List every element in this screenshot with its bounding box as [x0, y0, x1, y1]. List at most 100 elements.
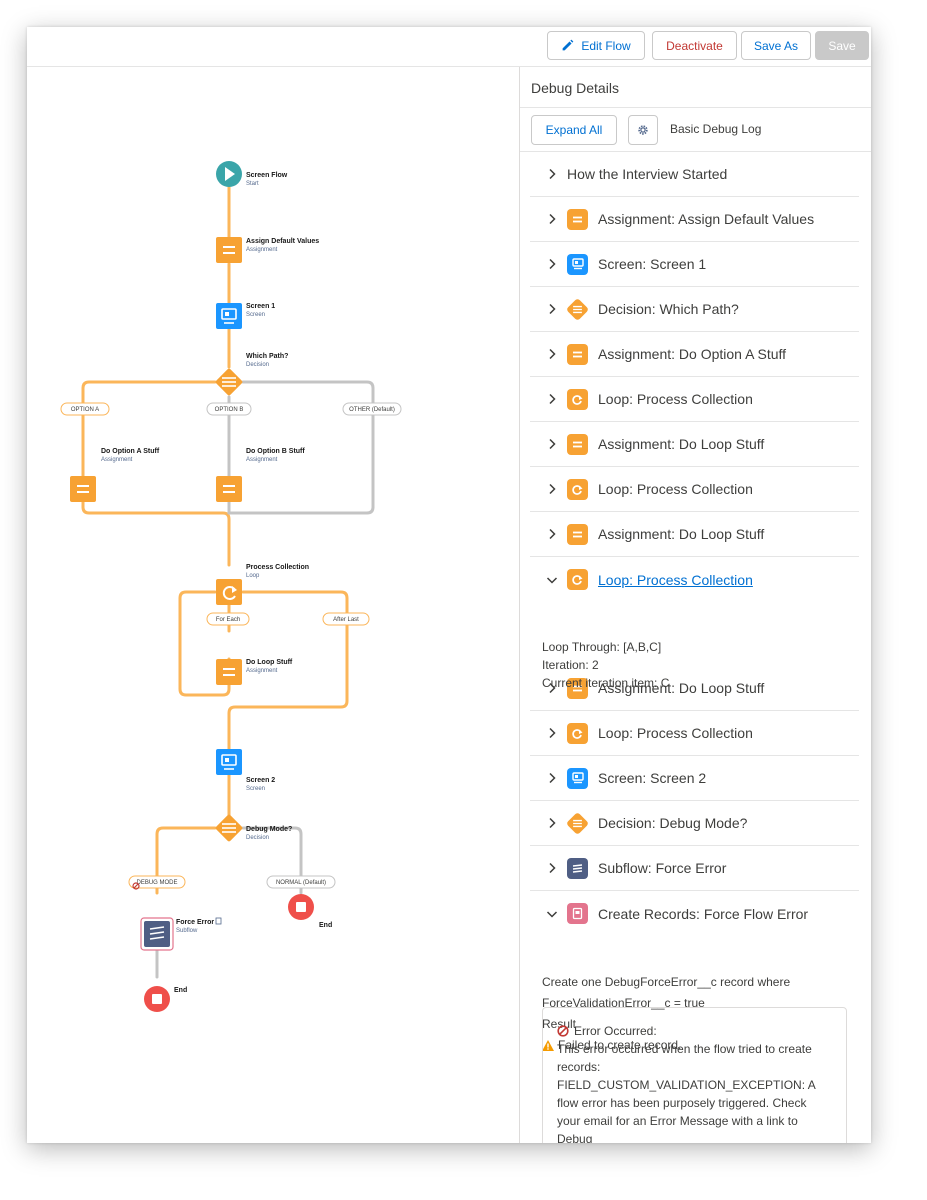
save-as-button[interactable]: Save As [741, 31, 811, 60]
screen-icon [567, 767, 588, 789]
chevron-down-icon[interactable] [546, 908, 558, 920]
document-icon [215, 917, 222, 925]
for-each-label: For Each [216, 617, 240, 623]
debug-entry-row[interactable]: Screen: Screen 1 [530, 242, 859, 287]
debug-entry-row[interactable]: Assignment: Do Option A Stuff [530, 332, 859, 377]
chevron-right-icon[interactable] [546, 168, 558, 180]
assignment-icon [567, 433, 588, 455]
debug-entry-row[interactable]: How the Interview Started [530, 152, 859, 197]
debug-entry-label: Loop: Process Collection [598, 391, 753, 407]
panel-title: Debug Details [520, 67, 871, 108]
process-collection-sub: Loop [246, 573, 260, 579]
debug-entry-label: Assignment: Do Loop Stuff [598, 436, 765, 452]
screen-icon [567, 253, 588, 275]
debug-entry-label: Screen: Screen 2 [598, 770, 707, 786]
do-option-b-title: Do Option B Stuff [246, 448, 305, 455]
chevron-right-icon[interactable] [546, 438, 558, 450]
force-error-sub: Subflow [176, 928, 198, 934]
subflow-icon [567, 857, 588, 879]
debug-mode-label: DEBUG MODE [136, 880, 177, 886]
debug-entry-row[interactable]: Decision: Which Path? [530, 287, 859, 332]
debug-entry-label: Decision: Which Path? [598, 301, 739, 317]
do-loop-stuff-sub: Assignment [246, 668, 278, 674]
assign-default-node[interactable]: Assign Default Values Assignment [216, 237, 319, 263]
debug-entry-label: Assignment: Do Option A Stuff [598, 346, 787, 362]
option-b-label: OPTION B [215, 407, 244, 413]
expand-all-button[interactable]: Expand All [531, 115, 617, 145]
create-line1: Create one DebugForceError__c record whe… [542, 975, 791, 989]
end-normal-label: End [319, 922, 332, 929]
chevron-right-icon[interactable] [546, 393, 558, 405]
debug-entry-label: Loop: Process Collection [598, 725, 753, 741]
debug-entry-label: How the Interview Started [567, 166, 728, 182]
chevron-right-icon[interactable] [546, 862, 558, 874]
loop-icon [567, 478, 588, 500]
decision-icon [565, 811, 590, 835]
assign-default-sub: Assignment [246, 247, 278, 253]
flow-builder-window: Edit Flow Deactivate Save As Save Screen… [27, 27, 871, 1143]
debug-log-label: Basic Debug Log [670, 122, 762, 136]
debug-entry-row[interactable]: Screen: Screen 2 [530, 756, 859, 801]
debug-entry-row[interactable]: Loop: Process Collection [530, 467, 859, 512]
deactivate-button[interactable]: Deactivate [652, 31, 737, 60]
other-pill: OTHER (Default) [342, 402, 402, 416]
debug-entry-label: Assignment: Do Loop Stuff [598, 526, 765, 542]
which-path-node[interactable]: Which Path? Decision [215, 353, 289, 396]
debug-details-panel: Debug Details Expand All Basic Debug Log… [519, 67, 871, 1143]
pencil-icon [562, 39, 574, 51]
normal-pill: NORMAL (Default) [266, 875, 336, 889]
debug-entry-row[interactable]: Assignment: Do Loop Stuff [530, 422, 859, 467]
start-node[interactable]: Screen Flow Start [216, 161, 288, 187]
assignment-icon [567, 343, 588, 365]
screen2-node[interactable]: Screen 2 Screen [216, 749, 275, 792]
loop-icon [567, 388, 588, 410]
debug-entry-row[interactable]: Assignment: Do Loop Stuff [530, 512, 859, 557]
debug-entry-row[interactable]: Assignment: Assign Default Values [530, 197, 859, 242]
option-a-pill: OPTION A [60, 402, 110, 416]
edit-flow-button[interactable]: Edit Flow [547, 31, 645, 60]
chevron-right-icon[interactable] [546, 817, 558, 829]
screen1-node[interactable]: Screen 1 Screen [216, 303, 275, 329]
chevron-down-icon[interactable] [546, 574, 558, 586]
save-button[interactable]: Save [815, 31, 869, 60]
loop-icon [567, 722, 588, 744]
chevron-right-icon[interactable] [546, 303, 558, 315]
debug-entry-label[interactable]: Loop: Process Collection [598, 572, 753, 588]
other-label: OTHER (Default) [349, 407, 395, 413]
chevron-right-icon[interactable] [546, 348, 558, 360]
debug-mode-sub: Decision [246, 835, 269, 841]
settings-button[interactable] [628, 115, 658, 145]
process-collection-title: Process Collection [246, 564, 309, 571]
debug-mode-node[interactable]: Debug Mode? Decision [215, 814, 292, 842]
loop-icon [567, 569, 588, 590]
screen1-title: Screen 1 [246, 303, 275, 310]
chevron-right-icon[interactable] [546, 772, 558, 784]
process-collection-node[interactable]: Process Collection Loop [216, 564, 309, 605]
decision-icon [565, 297, 590, 321]
do-option-a-title: Do Option A Stuff [101, 448, 160, 455]
flow-canvas[interactable]: Screen Flow Start Assign Default Values … [27, 67, 519, 1143]
debug-entry-row[interactable]: Loop: Process Collection [530, 711, 859, 756]
chevron-right-icon[interactable] [546, 483, 558, 495]
end-node-normal[interactable]: End [288, 894, 332, 929]
debug-entry-row[interactable]: Create Records: Force Flow Error [530, 891, 859, 936]
error-message: This error occurred when the flow tried … [557, 1042, 816, 1143]
debug-entry-row[interactable]: Loop: Process Collection [530, 377, 859, 422]
start-title: Screen Flow [246, 172, 288, 179]
chevron-right-icon[interactable] [546, 727, 558, 739]
end-node-debug[interactable]: End [144, 986, 187, 1012]
loop-through-text: Loop Through: [A,B,C] [542, 640, 662, 654]
current-item-text: Current iteration item: C [542, 676, 670, 690]
assign-default-title: Assign Default Values [246, 238, 319, 245]
do-loop-stuff-node[interactable]: Do Loop Stuff Assignment [216, 659, 293, 685]
chevron-right-icon[interactable] [546, 528, 558, 540]
for-each-pill: For Each [206, 612, 250, 626]
flow-diagram: Screen Flow Start Assign Default Values … [60, 161, 402, 1012]
debug-entry-row[interactable]: Subflow: Force Error [530, 846, 859, 891]
chevron-right-icon[interactable] [546, 213, 558, 225]
debug-entry-row[interactable]: Decision: Debug Mode? [530, 801, 859, 846]
chevron-right-icon[interactable] [546, 258, 558, 270]
do-loop-stuff-title: Do Loop Stuff [246, 659, 293, 666]
debug-entry-row[interactable]: Loop: Process Collection [530, 557, 859, 602]
force-error-node[interactable]: Force Error Subflow [132, 882, 222, 951]
